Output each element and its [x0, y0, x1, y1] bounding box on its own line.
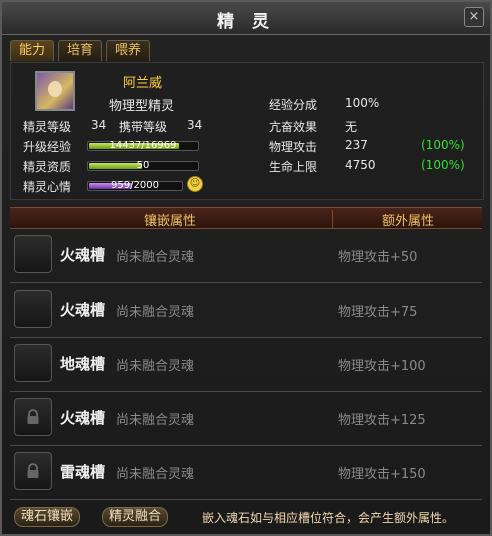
title-bar[interactable]: 精 灵 × [2, 2, 490, 35]
header-extra: 额外属性 [332, 210, 483, 229]
slot-status: 尚未融合灵魂 [116, 467, 195, 482]
slot-status: 尚未融合灵魂 [116, 413, 195, 428]
carry-level-value: 34 [187, 118, 203, 132]
table-row: 地魂槽 尚未融合灵魂 物理攻击+100 [10, 337, 482, 392]
frenzy-value: 无 [345, 120, 358, 134]
soul-slot-locked[interactable] [14, 398, 52, 436]
exp-share-value: 100% [345, 96, 380, 110]
exp-bar: 14437/16969 [87, 140, 199, 151]
slot-bonus: 物理攻击+100 [338, 359, 426, 374]
slot-bonus: 物理攻击+50 [338, 250, 418, 265]
soul-slot[interactable] [14, 344, 52, 382]
quality-text: 50 [136, 160, 150, 171]
table-header: 镶嵌属性 额外属性 [10, 207, 482, 229]
slot-status: 尚未融合灵魂 [116, 305, 195, 320]
soul-slot[interactable] [14, 235, 52, 273]
sprite-avatar[interactable] [35, 71, 75, 111]
slot-name: 火魂槽 [60, 301, 106, 319]
slot-status: 尚未融合灵魂 [116, 359, 195, 374]
tab-feed[interactable]: 喂养 [106, 40, 151, 61]
quality-label: 精灵资质 [23, 160, 72, 174]
exp-text: 14437/16969 [109, 140, 177, 151]
mood-label: 精灵心情 [23, 180, 72, 194]
attack-label: 物理攻击 [269, 140, 318, 154]
sprite-window: 精 灵 × 能力 培育 喂养 阿兰威 物理型精灵 精灵等级 34 携带等级 34… [0, 0, 492, 536]
sprite-fuse-button[interactable]: 精灵融合 [102, 507, 169, 527]
window-title: 精 灵 [217, 12, 275, 32]
slot-status: 尚未融合灵魂 [116, 250, 195, 265]
soul-slot-locked[interactable] [14, 452, 52, 490]
lock-icon [27, 463, 39, 478]
frenzy-label: 亢奋效果 [269, 120, 318, 134]
sprite-type: 物理型精灵 [109, 99, 175, 114]
sprite-info-panel: 阿兰威 物理型精灵 精灵等级 34 携带等级 34 升级经验 14437/169… [10, 62, 484, 200]
close-button[interactable]: × [464, 7, 484, 27]
slot-name: 地魂槽 [60, 355, 106, 373]
carry-level-label: 携带等级 [119, 120, 168, 134]
level-value: 34 [91, 118, 107, 132]
attack-value: 237 [345, 138, 368, 152]
hp-label: 生命上限 [269, 160, 318, 174]
lock-icon [27, 409, 39, 424]
table-row: 雷魂槽 尚未融合灵魂 物理攻击+150 [10, 445, 482, 500]
slot-name: 火魂槽 [60, 409, 106, 427]
tab-ability[interactable]: 能力 [10, 40, 55, 61]
hint-text: 嵌入魂石如与相应槽位符合，会产生额外属性。 [202, 511, 455, 525]
table-row: 火魂槽 尚未融合灵魂 物理攻击+50 [10, 228, 482, 283]
soul-slot[interactable] [14, 290, 52, 328]
exp-share-label: 经验分成 [269, 98, 318, 112]
level-label: 精灵等级 [23, 120, 72, 134]
table-row: 火魂槽 尚未融合灵魂 物理攻击+75 [10, 283, 482, 338]
tab-cultivate[interactable]: 培育 [58, 40, 103, 61]
attack-percent: (100%) [421, 138, 465, 152]
soulstone-inlay-button[interactable]: 魂石镶嵌 [14, 507, 81, 527]
quality-bar: 50 [87, 160, 199, 171]
table-row: 火魂槽 尚未融合灵魂 物理攻击+125 [10, 391, 482, 446]
sprite-name: 阿兰威 [123, 76, 163, 91]
smiley-icon: ☺ [187, 176, 203, 192]
mood-bar: 959/2000 [87, 180, 183, 191]
hp-percent: (100%) [421, 158, 465, 172]
tab-bar: 能力 培育 喂养 [10, 40, 151, 62]
slot-name: 火魂槽 [60, 246, 106, 264]
exp-label: 升级经验 [23, 140, 72, 154]
slot-bonus: 物理攻击+125 [338, 413, 426, 428]
hp-value: 4750 [345, 158, 376, 172]
mood-text: 959/2000 [111, 180, 159, 191]
slot-bonus: 物理攻击+150 [338, 467, 426, 482]
slot-bonus: 物理攻击+75 [338, 305, 418, 320]
footer: 魂石镶嵌 精灵融合 嵌入魂石如与相应槽位符合，会产生额外属性。 [2, 502, 490, 534]
header-inlay: 镶嵌属性 [143, 214, 196, 229]
slot-name: 雷魂槽 [60, 463, 106, 481]
